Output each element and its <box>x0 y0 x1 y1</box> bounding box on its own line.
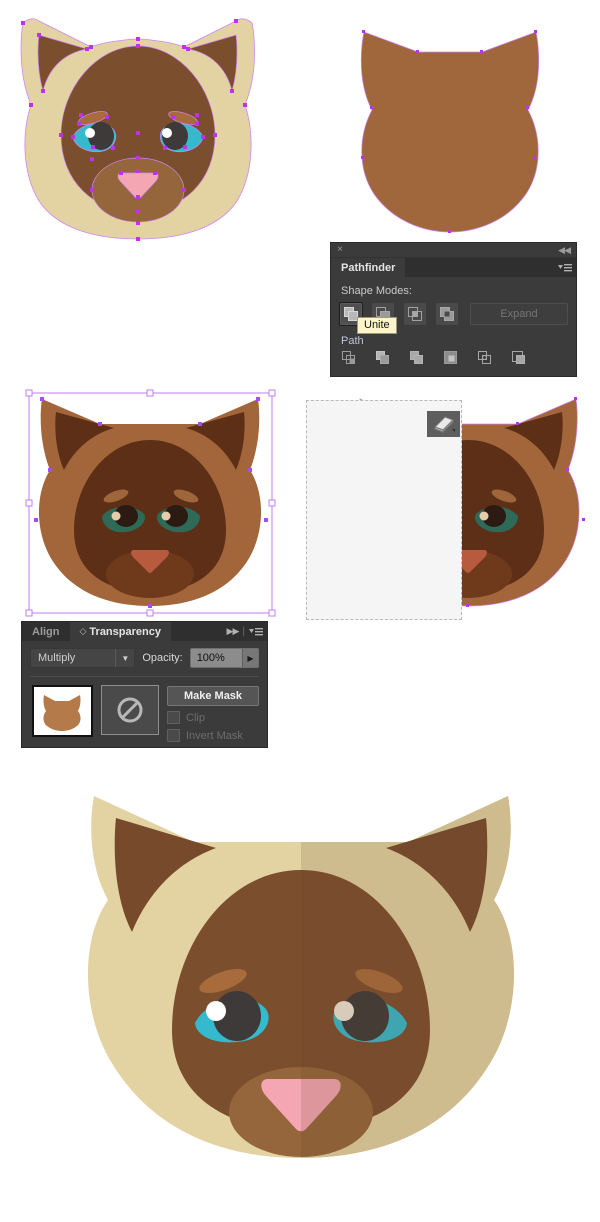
transparency-lower-row: Make Mask Clip Invert Mask <box>30 677 259 742</box>
transparency-body: Multiply ▼ Opacity: 100% ▶ <box>22 641 267 742</box>
shape-modes-label: Shape Modes: <box>341 285 568 297</box>
tab-transparency-label: Transparency <box>89 626 161 638</box>
tab-pathfinder-label: Pathfinder <box>341 262 395 274</box>
pathfinder-crop-button[interactable] <box>444 351 461 367</box>
shape-mode-intersect-button[interactable] <box>403 302 427 326</box>
clip-checkbox-row[interactable]: Clip <box>167 711 259 724</box>
pathfinder-tabrow: Pathfinder <box>331 258 576 277</box>
flyout-menu-icon[interactable] <box>558 263 572 273</box>
flyout-menu-icon[interactable] <box>249 627 263 637</box>
shape-mode-exclude-button[interactable] <box>435 302 459 326</box>
transparency-menu-icons: ▶▶ | <box>227 622 263 641</box>
no-mask-icon <box>116 696 144 724</box>
pathfinders-row <box>339 351 568 367</box>
cat-head-thumbnail-icon <box>38 691 86 731</box>
collapse-icon[interactable]: ▶▶ <box>227 626 239 637</box>
mask-controls: Make Mask Clip Invert Mask <box>167 685 259 742</box>
pathfinder-panel[interactable]: × ◀◀ Pathfinder Shape Modes: <box>331 243 576 376</box>
clip-label: Clip <box>186 712 205 724</box>
artboard-mid-left-cat-selected[interactable] <box>28 392 273 614</box>
tab-pathfinder[interactable]: Pathfinder <box>331 258 405 277</box>
unite-tooltip: Unite <box>357 317 397 334</box>
opacity-value: 100% <box>197 652 225 664</box>
final-cat-multiply-shadow <box>301 782 532 1214</box>
artboard-top-right-silhouette[interactable] <box>330 10 570 235</box>
pathfinder-titlebar: × ◀◀ <box>331 243 576 258</box>
mask-thumbnail[interactable] <box>101 685 160 735</box>
make-mask-button[interactable]: Make Mask <box>167 686 259 706</box>
pathfinder-trim-button[interactable] <box>376 351 393 367</box>
collapse-icon[interactable]: ◀◀ <box>558 244 570 256</box>
illustrator-canvas: × ◀◀ Pathfinder Shape Modes: <box>0 0 600 1222</box>
opacity-label: Opacity: <box>142 652 182 664</box>
transparency-tabrow: Align ◇ Transparency ▶▶ | <box>22 622 267 641</box>
pathfinders-label: Path <box>341 335 568 347</box>
pathfinder-merge-button[interactable] <box>410 351 427 367</box>
pathfinder-minus-back-button[interactable] <box>512 351 529 367</box>
pathfinder-menu-icons <box>558 258 572 277</box>
clip-checkbox[interactable] <box>167 711 180 724</box>
cat-silhouette-path <box>361 32 539 232</box>
opacity-stepper-icon[interactable]: ▶ <box>242 649 258 667</box>
tab-grip-icon: ◇ <box>80 626 87 637</box>
artboard-top-left-cat[interactable] <box>5 5 270 240</box>
invert-mask-label: Invert Mask <box>186 730 243 742</box>
eraser-icon <box>432 414 456 434</box>
eraser-cursor-badge <box>427 411 460 437</box>
tab-align-label: Align <box>32 626 60 638</box>
close-icon[interactable]: × <box>337 244 343 256</box>
pathfinder-divide-button[interactable] <box>342 351 359 367</box>
tab-align[interactable]: Align <box>22 622 70 641</box>
expand-button[interactable]: Expand <box>470 303 568 325</box>
divider: | <box>242 626 245 637</box>
blend-mode-select[interactable]: Multiply ▼ <box>30 648 135 668</box>
blend-opacity-row: Multiply ▼ Opacity: 100% ▶ <box>30 648 259 668</box>
invert-mask-checkbox[interactable] <box>167 729 180 742</box>
artboard-final-cat[interactable] <box>70 782 532 1214</box>
object-thumbnail[interactable] <box>32 685 93 737</box>
tab-transparency[interactable]: ◇ Transparency <box>70 622 171 641</box>
opacity-input[interactable]: 100% ▶ <box>190 648 259 668</box>
invert-mask-checkbox-row[interactable]: Invert Mask <box>167 729 259 742</box>
blend-mode-value: Multiply <box>38 652 75 664</box>
chevron-down-icon[interactable]: ▼ <box>115 649 134 667</box>
pathfinder-outline-button[interactable] <box>478 351 495 367</box>
transparency-panel[interactable]: Align ◇ Transparency ▶▶ | Multiply ▼ Opa… <box>22 622 267 747</box>
